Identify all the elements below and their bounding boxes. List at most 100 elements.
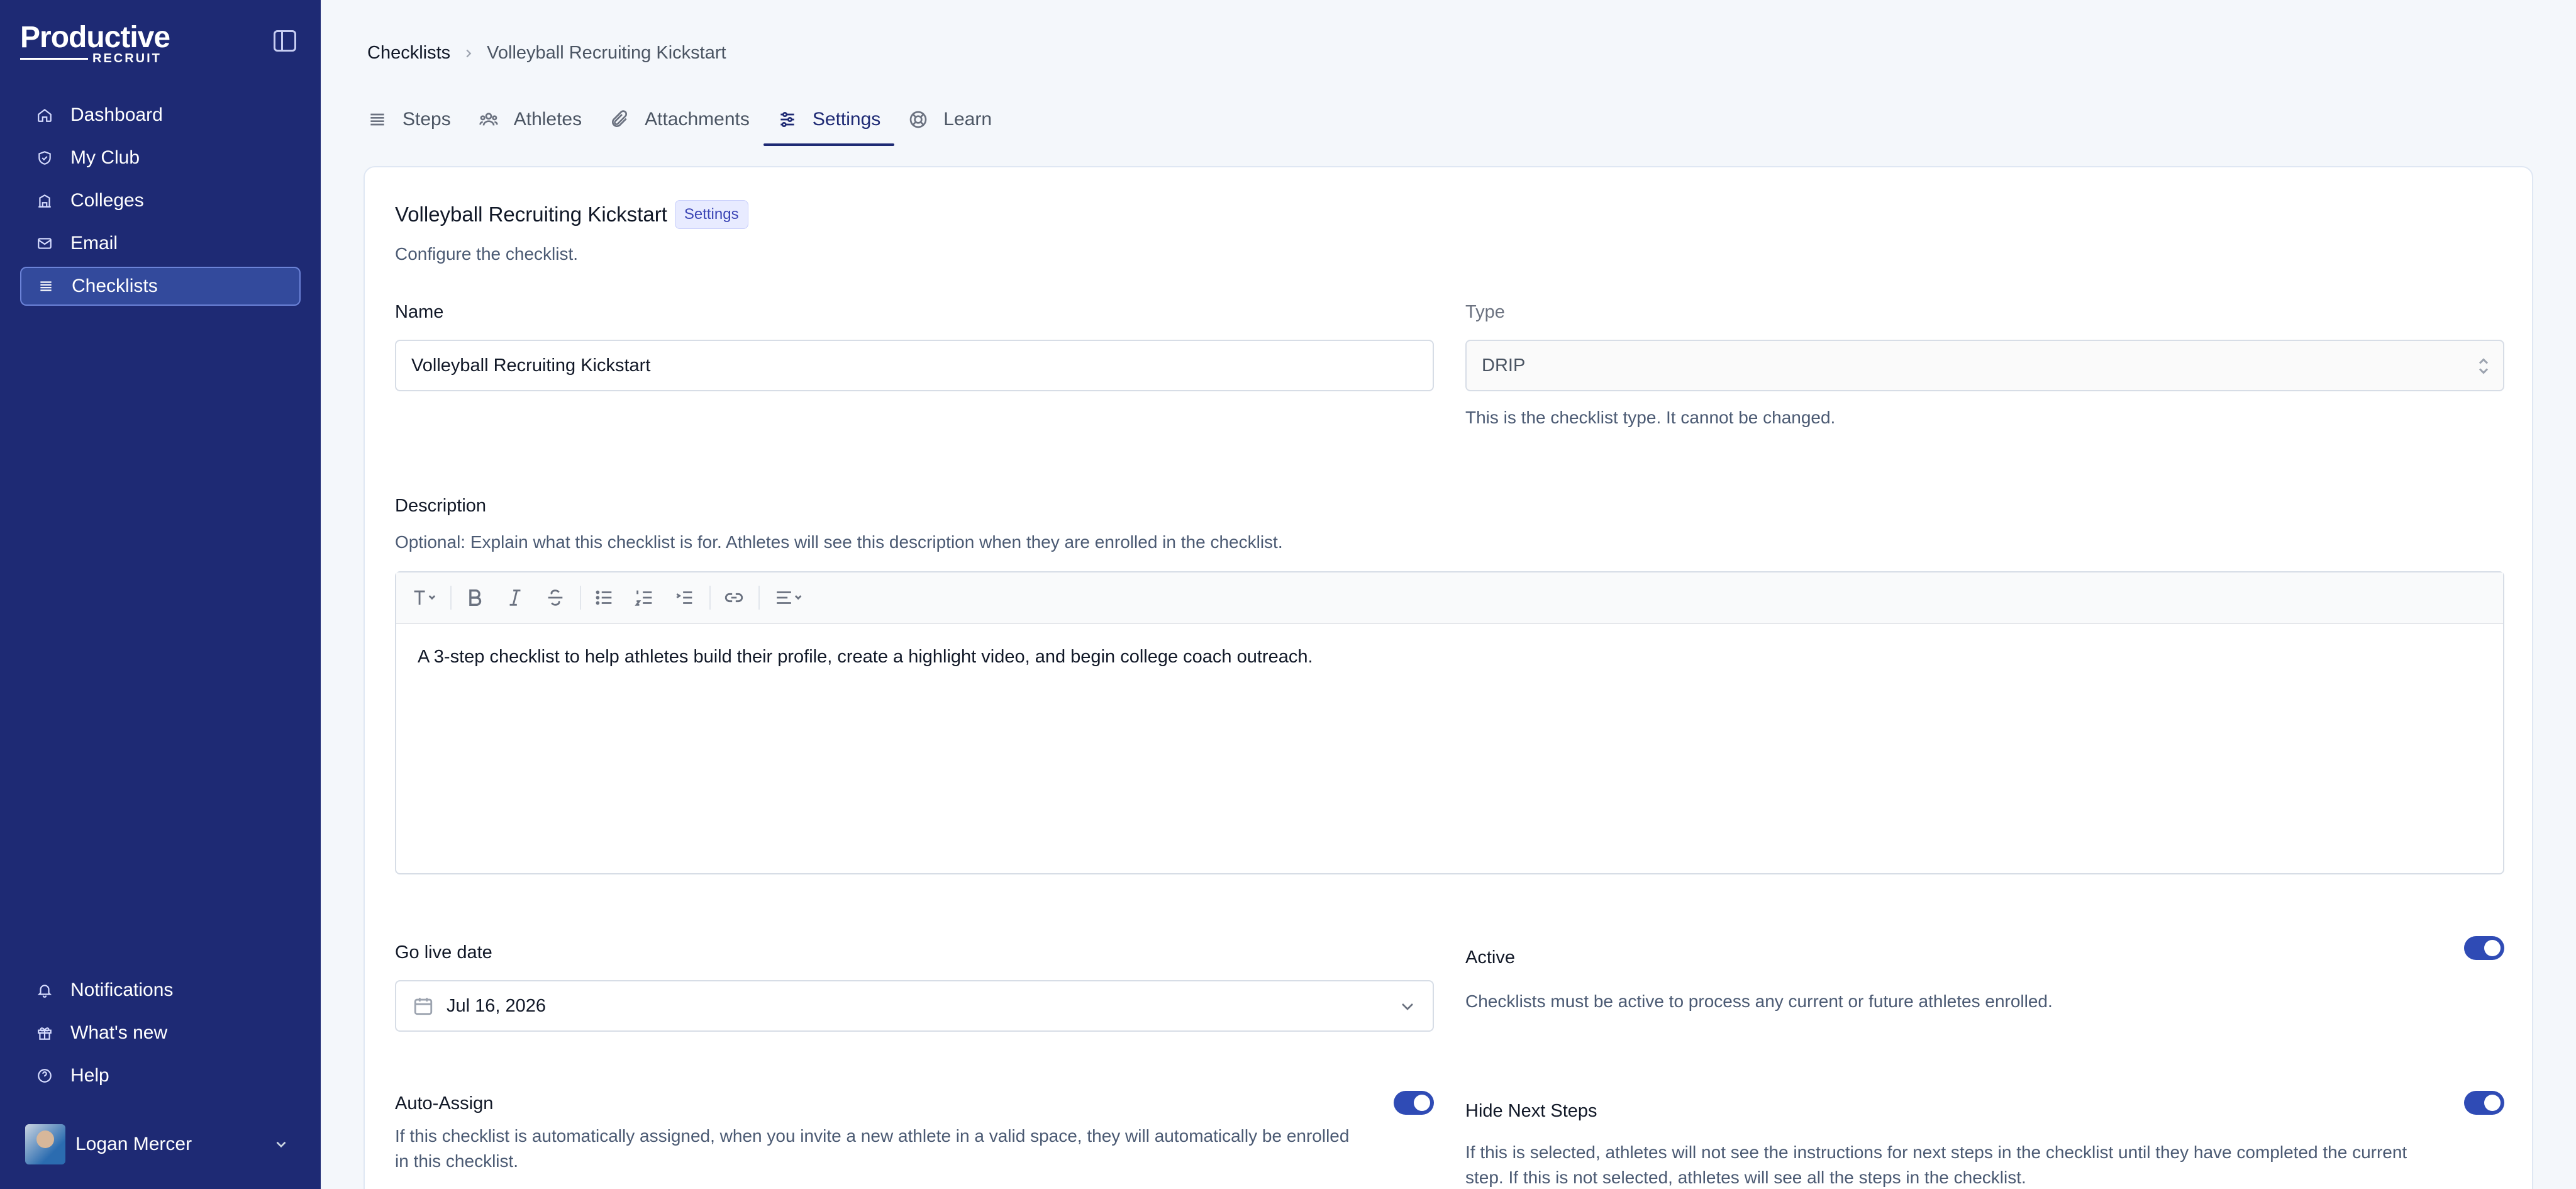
type-value: DRIP bbox=[1482, 355, 1526, 376]
sidebar-item-checklists[interactable]: Checklists bbox=[20, 267, 301, 306]
sidebar-item-email[interactable]: Email bbox=[20, 224, 301, 263]
logo-sub: RECRUIT bbox=[92, 52, 162, 65]
user-menu[interactable]: Logan Mercer bbox=[25, 1124, 289, 1164]
bell-icon bbox=[36, 982, 53, 998]
lifebuoy-icon bbox=[908, 109, 928, 130]
sidebar-item-help[interactable]: Help bbox=[20, 1056, 301, 1095]
logo-underline bbox=[20, 58, 88, 60]
sidebar-item-label: Email bbox=[70, 233, 118, 254]
auto-assign-label: Auto-Assign bbox=[395, 1093, 494, 1114]
go-live-date-picker[interactable]: Jul 16, 2026 bbox=[395, 980, 1434, 1032]
tab-bar: Steps Athletes Attachments Settings Lear… bbox=[367, 93, 1006, 146]
sidebar-item-whats-new[interactable]: What's new bbox=[20, 1013, 301, 1052]
toolbar-divider bbox=[758, 586, 760, 610]
sidebar-item-dashboard[interactable]: Dashboard bbox=[20, 96, 301, 135]
chevron-down-icon bbox=[273, 1136, 289, 1153]
link-icon[interactable] bbox=[718, 582, 750, 613]
tab-label: Athletes bbox=[513, 109, 582, 130]
description-label: Description bbox=[395, 496, 487, 516]
tab-label: Learn bbox=[943, 109, 992, 130]
tab-label: Steps bbox=[402, 109, 451, 130]
description-text[interactable]: A 3-step checklist to help athletes buil… bbox=[396, 624, 2503, 690]
description-help: Optional: Explain what this checklist is… bbox=[395, 532, 1283, 552]
italic-icon[interactable] bbox=[499, 582, 531, 613]
selector-arrows-icon bbox=[2478, 355, 2489, 377]
text-style-icon[interactable] bbox=[410, 582, 441, 613]
home-icon bbox=[36, 107, 53, 123]
toolbar-divider bbox=[580, 586, 581, 610]
sidebar-item-label: Dashboard bbox=[70, 104, 163, 125]
tab-attachments[interactable]: Attachments bbox=[596, 93, 763, 146]
go-live-value: Jul 16, 2026 bbox=[447, 995, 547, 1016]
description-editor[interactable]: A 3-step checklist to help athletes buil… bbox=[395, 571, 2504, 874]
sidebar-nav: Dashboard My Club Colleges Email Checkli… bbox=[20, 96, 301, 310]
strikethrough-icon[interactable] bbox=[540, 582, 571, 613]
hide-next-steps-toggle[interactable] bbox=[2464, 1091, 2504, 1115]
logo-word: Productive bbox=[20, 21, 170, 54]
active-label: Active bbox=[1465, 947, 1515, 968]
sidebar-item-label: Colleges bbox=[70, 190, 144, 211]
hide-next-steps-label: Hide Next Steps bbox=[1465, 1101, 1597, 1121]
settings-card: Volleyball Recruiting Kickstart Settings… bbox=[364, 166, 2533, 1189]
user-name: Logan Mercer bbox=[75, 1134, 192, 1154]
avatar bbox=[25, 1124, 65, 1164]
card-subtitle: Configure the checklist. bbox=[395, 244, 579, 264]
sliders-icon bbox=[777, 109, 797, 130]
auto-assign-toggle[interactable] bbox=[1394, 1091, 1434, 1115]
name-label: Name bbox=[395, 302, 444, 322]
name-input[interactable]: Volleyball Recruiting Kickstart bbox=[395, 340, 1434, 391]
type-label: Type bbox=[1465, 302, 1505, 322]
list-icon bbox=[367, 109, 387, 130]
status-badge: Settings bbox=[674, 200, 748, 229]
main-content: Checklists Volleyball Recruiting Kicksta… bbox=[321, 0, 2576, 1189]
align-icon[interactable] bbox=[767, 582, 811, 613]
active-toggle[interactable] bbox=[2464, 936, 2504, 960]
card-header: Volleyball Recruiting Kickstart Settings bbox=[395, 200, 748, 229]
tab-steps[interactable]: Steps bbox=[367, 93, 465, 146]
sidebar-item-notifications[interactable]: Notifications bbox=[20, 971, 301, 1010]
go-live-label: Go live date bbox=[395, 942, 492, 963]
tab-label: Attachments bbox=[645, 109, 750, 130]
type-help: This is the checklist type. It cannot be… bbox=[1465, 408, 1836, 427]
chevron-down-icon bbox=[1397, 996, 1418, 1017]
sidebar-bottom-nav: Notifications What's new Help bbox=[20, 971, 301, 1099]
toolbar-divider bbox=[450, 586, 452, 610]
breadcrumb: Checklists Volleyball Recruiting Kicksta… bbox=[367, 43, 726, 64]
sidebar-item-colleges[interactable]: Colleges bbox=[20, 181, 301, 220]
sidebar-collapse-icon[interactable] bbox=[274, 30, 296, 52]
paperclip-icon bbox=[609, 109, 630, 130]
tab-settings[interactable]: Settings bbox=[763, 93, 895, 146]
bold-icon[interactable] bbox=[459, 582, 491, 613]
sidebar-item-label: My Club bbox=[70, 147, 140, 168]
sidebar-item-label: What's new bbox=[70, 1022, 168, 1043]
gift-icon bbox=[36, 1025, 53, 1041]
sidebar-item-my-club[interactable]: My Club bbox=[20, 138, 301, 177]
help-circle-icon bbox=[36, 1068, 53, 1084]
active-help: Checklists must be active to process any… bbox=[1465, 991, 2053, 1011]
chevron-right-icon bbox=[462, 47, 475, 60]
tab-athletes[interactable]: Athletes bbox=[465, 93, 596, 146]
toolbar-divider bbox=[709, 586, 711, 610]
type-select: DRIP bbox=[1465, 340, 2504, 391]
calendar-icon bbox=[413, 995, 434, 1017]
sidebar-item-label: Notifications bbox=[70, 980, 174, 1000]
bullet-list-icon[interactable] bbox=[589, 582, 620, 613]
auto-assign-help: If this checklist is automatically assig… bbox=[395, 1126, 1350, 1171]
editor-toolbar bbox=[396, 572, 2503, 624]
sidebar-item-label: Checklists bbox=[72, 276, 158, 296]
numbered-list-icon[interactable] bbox=[629, 582, 660, 613]
breadcrumb-root[interactable]: Checklists bbox=[367, 43, 450, 64]
users-icon bbox=[479, 109, 499, 130]
page-title: Volleyball Recruiting Kickstart bbox=[395, 203, 667, 226]
sidebar-item-label: Help bbox=[70, 1065, 109, 1086]
sidebar: Productive RECRUIT Dashboard My Club Col… bbox=[0, 0, 321, 1189]
list-icon bbox=[38, 278, 54, 294]
tab-learn[interactable]: Learn bbox=[894, 93, 1006, 146]
app-logo[interactable]: Productive RECRUIT bbox=[20, 21, 171, 65]
breadcrumb-current: Volleyball Recruiting Kickstart bbox=[487, 43, 726, 63]
name-value: Volleyball Recruiting Kickstart bbox=[411, 355, 651, 376]
app-root: Productive RECRUIT Dashboard My Club Col… bbox=[0, 0, 2576, 1189]
indent-icon[interactable] bbox=[669, 582, 701, 613]
tab-label: Settings bbox=[812, 109, 881, 130]
hide-next-steps-help: If this is selected, athletes will not s… bbox=[1465, 1142, 2407, 1187]
